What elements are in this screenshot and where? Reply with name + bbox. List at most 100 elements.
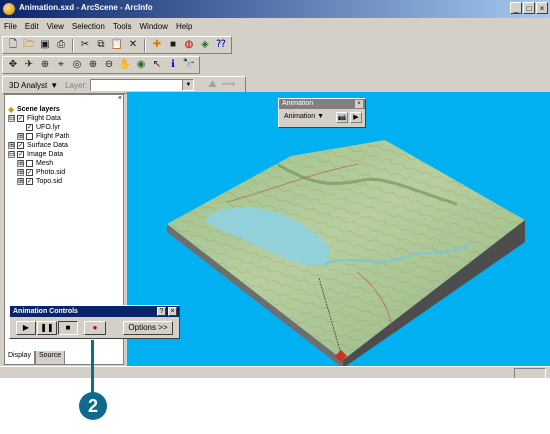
scene-properties-icon[interactable]: ■ <box>166 38 180 52</box>
animation-controls-icon[interactable]: ▶ <box>350 112 362 123</box>
record-icon: ● <box>92 323 98 332</box>
animation-toolbar: Animation × Animation ▼ 📷 ▶ <box>278 98 366 128</box>
layer-checkbox[interactable]: ✓ <box>17 151 24 158</box>
save-icon[interactable]: ▣ <box>38 38 52 52</box>
pan-icon[interactable]: ✋ <box>118 58 132 72</box>
window-title: Animation.sxd - ArcScene - ArcInfo <box>19 3 153 12</box>
layer-label: Flight Path <box>36 133 70 140</box>
expand-icon[interactable]: ⊞ <box>17 169 24 176</box>
stop-icon: ■ <box>65 323 71 332</box>
minimize-button[interactable]: _ <box>510 2 522 14</box>
layer-label: Image Data <box>27 151 64 158</box>
copy-icon[interactable]: ⧉ <box>94 38 108 52</box>
layer-label: UFO.lyr <box>36 124 61 131</box>
menu-view[interactable]: View <box>43 20 68 34</box>
delete-icon[interactable]: ✕ <box>126 38 140 52</box>
pause-button[interactable]: ❚❚ <box>37 321 57 335</box>
layer-checkbox[interactable]: ✓ <box>26 169 33 176</box>
3d-analyst-menu[interactable]: 3D Analyst ▼ <box>5 81 62 90</box>
zoom-out-icon[interactable]: ⊖ <box>102 58 116 72</box>
expand-icon[interactable]: ⊞ <box>17 178 24 185</box>
menu-help[interactable]: Help <box>172 20 196 34</box>
select-elements-icon[interactable]: ↖ <box>150 58 164 72</box>
help-button[interactable]: ? <box>157 307 166 316</box>
print-icon[interactable]: ⎙ <box>54 38 68 52</box>
layer-checkbox[interactable]: ✓ <box>26 178 33 185</box>
3d-analyst-label: 3D Analyst <box>9 80 48 90</box>
layer-label: Topo.sid <box>36 178 63 185</box>
zoom-to-target-icon[interactable]: ⌖ <box>54 58 68 72</box>
full-extent-icon[interactable]: ◉ <box>134 58 148 72</box>
menu-edit[interactable]: Edit <box>21 20 43 34</box>
close-button[interactable]: × <box>536 2 548 14</box>
play-button[interactable]: ▶ <box>16 321 36 335</box>
expand-icon[interactable]: ⊞ <box>8 142 15 149</box>
menu-bar: File Edit View Selection Tools Window He… <box>0 20 196 34</box>
layer-label: Mesh <box>36 160 54 167</box>
cut-icon[interactable]: ✂ <box>78 38 92 52</box>
animation-menu[interactable]: Animation ▼ <box>284 113 324 120</box>
tree-root-label: Scene layers <box>17 106 60 113</box>
add-data-icon[interactable]: ✚ <box>150 38 164 52</box>
layer-checkbox[interactable]: ✓ <box>17 115 24 122</box>
layers-icon: ◆ <box>8 105 15 114</box>
paste-icon[interactable]: 📋 <box>110 38 124 52</box>
tab-source[interactable]: Source <box>34 351 66 365</box>
options-button[interactable]: Options >> <box>123 321 173 335</box>
collapse-icon[interactable]: ⊟ <box>8 115 15 122</box>
callout-line <box>91 340 94 394</box>
layer-checkbox[interactable]: ✓ <box>17 142 24 149</box>
toolbar-separator <box>72 38 74 52</box>
menu-window[interactable]: Window <box>136 20 172 34</box>
collapse-icon[interactable]: ⊟ <box>8 151 15 158</box>
status-bar <box>0 366 550 378</box>
menu-selection[interactable]: Selection <box>68 20 109 34</box>
menu-file[interactable]: File <box>0 20 21 34</box>
arcscene-window: Animation.sxd - ArcScene - ArcInfo _ □ ×… <box>0 0 550 378</box>
animation-toolbar-title: Animation <box>279 99 365 109</box>
record-button[interactable]: ● <box>84 321 106 335</box>
center-on-target-icon[interactable]: ◎ <box>70 58 84 72</box>
layer-label: Flight Data <box>27 115 61 122</box>
terrain-surface <box>167 140 525 366</box>
open-folder-icon[interactable]: 🗁 <box>22 38 36 52</box>
status-panel <box>514 368 546 378</box>
chevron-down-icon[interactable]: ▼ <box>182 80 194 90</box>
layer-dropdown[interactable]: ▼ <box>90 79 195 91</box>
layer-checkbox[interactable] <box>26 160 33 167</box>
arccatalog-icon[interactable]: ◈ <box>198 38 212 52</box>
standard-toolbar: 🗋 🗁 ▣ ⎙ ✂ ⧉ 📋 ✕ ✚ ■ ◍ ◈ ⁇ <box>2 36 232 54</box>
stop-button[interactable]: ■ <box>58 321 78 335</box>
tab-display[interactable]: Display <box>4 351 35 365</box>
layer-checkbox[interactable]: ✓ <box>26 124 33 131</box>
fly-icon[interactable]: ✈ <box>22 58 36 72</box>
whats-this-icon[interactable]: ⁇ <box>214 38 228 52</box>
animation-controls-dialog: Animation Controls ? × ▶ ❚❚ ■ ● Options … <box>9 305 180 339</box>
close-button[interactable]: × <box>168 307 177 316</box>
close-icon[interactable]: × <box>355 100 363 108</box>
steepest-path-icon[interactable]: ⟿ <box>221 78 235 92</box>
menu-tools[interactable]: Tools <box>109 20 136 34</box>
toolbar-separator <box>144 38 146 52</box>
expand-icon[interactable]: ⊞ <box>17 160 24 167</box>
contour-icon[interactable]: ⛰ <box>205 78 219 92</box>
layer-checkbox[interactable] <box>26 133 33 140</box>
find-icon[interactable]: 🔭 <box>182 58 196 72</box>
callout-number: 2 <box>79 392 107 420</box>
navigate-icon[interactable]: ✥ <box>6 58 20 72</box>
pause-icon: ❚❚ <box>40 323 54 332</box>
capture-view-icon[interactable]: 📷 <box>336 112 348 123</box>
maximize-button[interactable]: □ <box>523 2 535 14</box>
identify-icon[interactable]: ℹ <box>166 58 180 72</box>
arcscene-app-icon <box>3 3 15 15</box>
arctoolbox-icon[interactable]: ◍ <box>182 38 196 52</box>
layer-label: Photo.sid <box>36 169 66 176</box>
expand-icon[interactable]: ⊞ <box>17 133 24 140</box>
tools-toolbar: ✥ ✈ ⊕ ⌖ ◎ ⊕ ⊖ ✋ ◉ ↖ ℹ 🔭 <box>2 56 200 74</box>
target-icon[interactable]: ⊕ <box>38 58 52 72</box>
layer-label: Surface Data <box>27 142 68 149</box>
zoom-in-icon[interactable]: ⊕ <box>86 58 100 72</box>
new-document-icon[interactable]: 🗋 <box>6 38 20 52</box>
scene-view[interactable] <box>127 92 550 366</box>
close-icon[interactable]: × <box>118 95 122 102</box>
